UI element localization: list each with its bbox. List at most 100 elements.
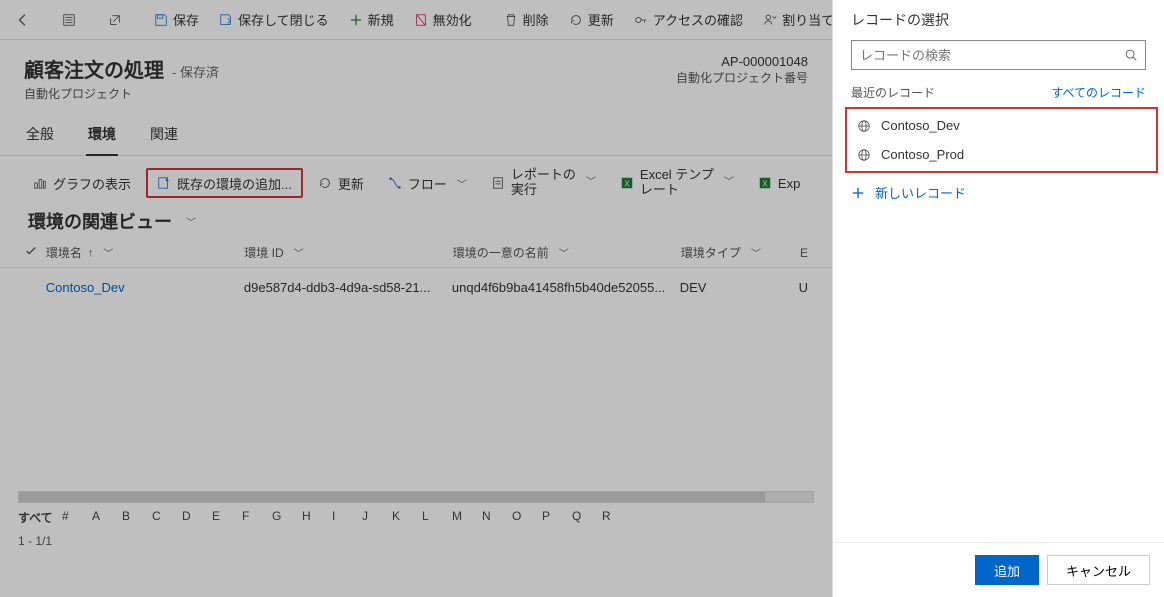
flow-button[interactable]: フロー ﹀ [379,168,476,198]
open-new-window-button[interactable] [100,4,130,36]
show-chart-label: グラフの表示 [53,174,131,193]
tab-related[interactable]: 関連 [148,118,180,155]
add-button[interactable]: 追加 [975,555,1039,585]
grid-header: 環境名 ↑ ﹀ 環境 ID ﹀ 環境の一意の名前 ﹀ 環境タイプ ﹀ E [0,238,832,268]
alpha-index-letter[interactable]: K [392,509,422,526]
deactivate-button[interactable]: 無効化 [406,4,480,36]
column-header-env-id[interactable]: 環境 ID ﹀ [244,244,452,261]
save-close-button[interactable]: 保存して閉じる [211,4,337,36]
alpha-index-letter[interactable]: D [182,509,212,526]
add-existing-environment-button[interactable]: 既存の環境の追加... [146,168,303,198]
alpha-index-letter[interactable]: H [302,509,332,526]
alpha-index-letter[interactable]: O [512,509,542,526]
alpha-index-letter[interactable]: B [122,509,152,526]
back-icon [16,13,30,27]
alpha-index-letter[interactable]: E [212,509,242,526]
alpha-index-letter[interactable]: L [422,509,452,526]
list-button[interactable] [54,4,84,36]
all-records-link[interactable]: すべてのレコード [1051,84,1146,101]
save-button[interactable]: 保存 [146,4,207,36]
plus-icon [851,186,865,200]
alpha-index-letter[interactable]: C [152,509,182,526]
select-all-checkbox[interactable] [24,244,46,261]
save-icon [154,13,168,27]
deactivate-icon [414,13,428,27]
alpha-index-letter[interactable]: すべて [18,509,62,526]
horizontal-scrollbar[interactable] [18,491,814,503]
tab-general[interactable]: 全般 [24,118,56,155]
check-access-button[interactable]: アクセスの確認 [626,4,751,36]
scrollbar-thumb[interactable] [19,492,765,502]
back-button[interactable] [8,4,38,36]
refresh-button[interactable]: 更新 [561,4,622,36]
globe-icon [857,148,871,162]
view-title: 環境の関連ビュー [28,208,172,234]
alpha-index-letter[interactable]: # [62,509,92,526]
tab-environment[interactable]: 環境 [86,118,118,156]
record-item[interactable]: Contoso_Prod [847,140,1156,169]
sort-asc-icon: ↑ [88,247,94,259]
alpha-index-letter[interactable]: P [542,509,572,526]
record-name: Contoso_Dev [881,118,960,133]
panel-title: レコードの選択 [833,0,1164,38]
alpha-index-letter[interactable]: J [362,509,392,526]
new-button[interactable]: 新規 [341,4,402,36]
form-tabs: 全般 環境 関連 [0,110,832,156]
column-header-extra[interactable]: E [800,246,808,260]
new-label: 新規 [368,10,394,29]
record-id-label: 自動化プロジェクト番号 [676,69,808,86]
alpha-index-letter[interactable]: G [272,509,302,526]
excel-templates-button[interactable]: X Excel テンプ レート ﹀ [611,168,743,198]
chevron-down-icon: ﹀ [724,177,734,189]
cell-unique-name: unqd4f6b9ba41458fh5b40de52055... [452,280,665,295]
column-header-unique-name[interactable]: 環境の一意の名前 ﹀ [453,244,681,261]
command-bar: 保存 保存して閉じる 新規 無効化 削除 更新 アクセスの確認 割り [0,0,832,40]
search-icon[interactable] [1124,48,1138,62]
alpha-index-letter[interactable]: Q [572,509,602,526]
report-icon [491,176,505,190]
add-existing-label: 既存の環境の追加... [177,174,292,193]
subgrid-toolbar: グラフの表示 既存の環境の追加... 更新 フロー ﹀ レポートの 実行 ﹀ X [0,156,832,200]
chevron-down-icon: ﹀ [751,245,761,260]
save-close-icon [219,13,233,27]
trash-icon [504,13,518,27]
column-header-env-type[interactable]: 環境タイプ ﹀ [681,244,800,261]
new-record-button[interactable]: 新しいレコード [833,173,1164,212]
chevron-down-icon: ﹀ [586,177,596,189]
view-selector[interactable]: 環境の関連ビュー ﹀ [0,200,832,238]
alpha-index-letter[interactable]: A [92,509,122,526]
page-title: 顧客注文の処理 [24,54,164,83]
svg-text:X: X [762,180,768,189]
globe-icon [857,119,871,133]
chevron-down-icon: ﹀ [294,245,304,260]
recent-records-label: 最近のレコード [851,84,935,101]
plus-icon [349,13,363,27]
run-report-button[interactable]: レポートの 実行 ﹀ [482,168,605,198]
excel-icon: X [758,176,772,190]
record-item[interactable]: Contoso_Dev [847,111,1156,140]
alpha-index-letter[interactable]: I [332,509,362,526]
alpha-index-letter[interactable]: R [602,509,632,526]
alpha-index-letter[interactable]: N [482,509,512,526]
alpha-index-letter[interactable]: M [452,509,482,526]
flow-label: フロー [408,174,447,193]
cell-name[interactable]: Contoso_Dev [46,280,125,295]
panel-search [851,40,1146,70]
delete-button[interactable]: 削除 [496,4,557,36]
check-access-label: アクセスの確認 [653,10,743,29]
subgrid-refresh-button[interactable]: 更新 [309,168,373,198]
export-excel-button[interactable]: X Exp [749,168,809,198]
cell-env-id: d9e587d4-ddb3-4d9a-sd58-21... [244,280,430,295]
table-row[interactable]: Contoso_Dev d9e587d4-ddb3-4d9a-sd58-21..… [0,268,832,307]
panel-footer: 追加 キャンセル [833,542,1164,597]
search-input[interactable] [851,40,1146,70]
column-header-name[interactable]: 環境名 ↑ ﹀ [46,244,244,261]
alpha-index-letter[interactable]: F [242,509,272,526]
cancel-button[interactable]: キャンセル [1047,555,1150,585]
run-report-label-2: 実行 [511,183,576,198]
assign-button[interactable]: 割り当て [755,4,842,36]
show-chart-button[interactable]: グラフの表示 [24,168,140,198]
export-label: Exp [778,176,800,191]
chevron-down-icon: ﹀ [103,245,113,260]
pager-info: 1 - 1/1 [0,534,832,548]
